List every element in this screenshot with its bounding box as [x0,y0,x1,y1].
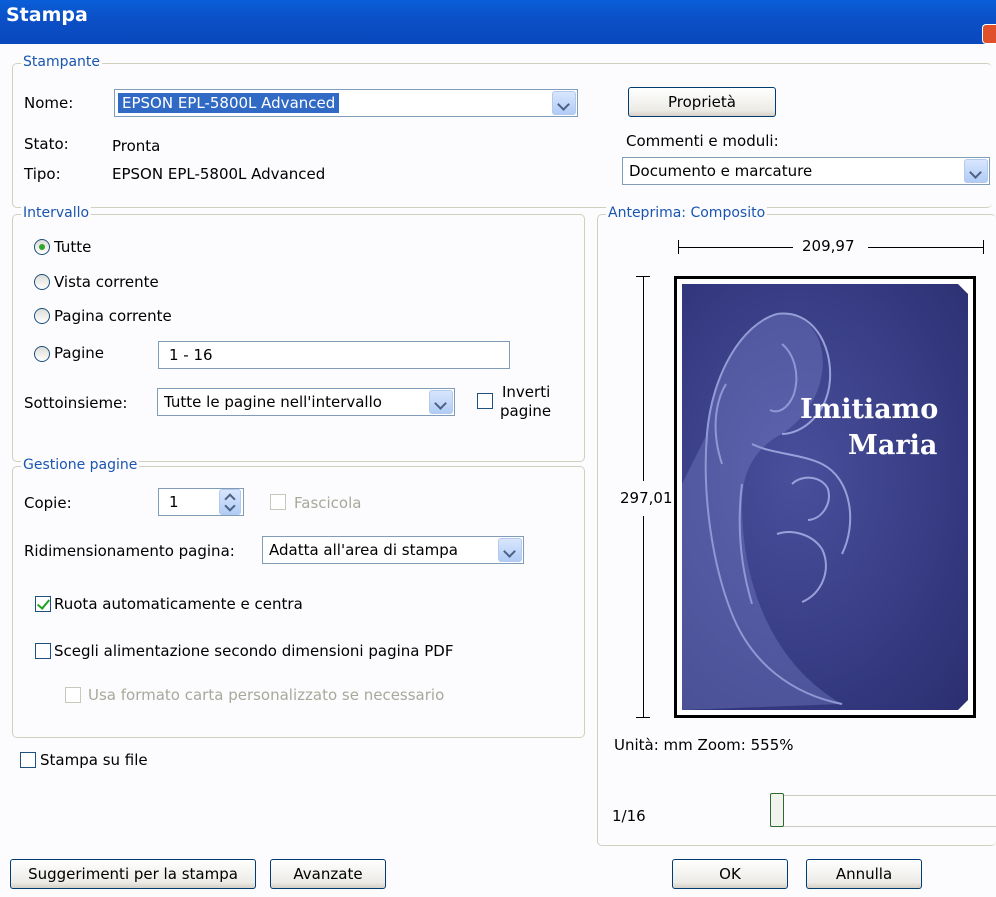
madonna-illustration [682,312,852,710]
width-value: 209,97 [802,237,855,255]
print-to-file-checkbox[interactable] [20,752,36,768]
cover-title-line-1: Imitiamo [800,394,939,425]
page-handling-group-label: Gestione pagine [21,457,140,473]
print-to-file-label[interactable]: Stampa su file [40,751,148,769]
printer-type-label: Tipo: [24,165,61,183]
chevron-down-icon[interactable] [498,538,522,562]
auto-rotate-checkbox[interactable] [35,596,51,612]
window-title: Stampa [6,4,88,26]
scaling-label: Ridimensionamento pagina: [24,542,235,560]
radio-current-view[interactable] [34,274,50,290]
copies-stepper-icon[interactable] [219,489,241,515]
range-group: Intervallo [12,205,585,462]
radio-all-label[interactable]: Tutte [54,238,91,256]
paper-source-checkbox[interactable] [35,643,51,659]
reverse-pages-label-2[interactable]: pagine [500,402,551,420]
cover-title-line-2: Maria [848,430,938,461]
printer-name-select[interactable]: EPSON EPL-5800L Advanced [114,89,578,117]
range-group-label: Intervallo [21,205,92,221]
printer-group-label: Stampante [21,54,103,70]
reverse-pages-label-1[interactable]: Inverti [502,383,550,401]
page-slider-thumb[interactable] [770,793,784,827]
subset-value: Tutte le pagine nell'intervallo [164,393,382,411]
custom-paper-label: Usa formato carta personalizzato se nece… [88,686,445,704]
comments-select[interactable]: Documento e marcature [622,157,990,185]
subset-label: Sottoinsieme: [24,394,128,412]
scaling-select[interactable]: Adatta all'area di stampa [262,536,524,564]
cancel-button[interactable]: Annulla [806,859,922,889]
ok-button[interactable]: OK [672,859,788,889]
close-icon[interactable] [982,24,996,44]
print-dialog: Stampante Nome: EPSON EPL-5800L Advanced… [0,44,996,897]
auto-rotate-label[interactable]: Ruota automaticamente e centra [54,595,303,613]
page-slider[interactable] [770,795,996,827]
printer-status-value: Pronta [112,137,161,155]
comments-label: Commenti e moduli: [626,132,779,150]
paper-source-label[interactable]: Scegli alimentazione secondo dimensioni … [54,642,453,660]
printer-status-label: Stato: [24,135,69,153]
chevron-down-icon[interactable] [552,91,576,115]
height-value: 297,01 [620,489,673,507]
units-zoom-text: Unità: mm Zoom: 555% [614,736,794,754]
print-tips-button[interactable]: Suggerimenti per la stampa [10,859,256,889]
comments-value: Documento e marcature [629,162,813,180]
radio-pages-label[interactable]: Pagine [54,344,104,362]
page-counter: 1/16 [612,807,646,825]
advanced-button[interactable]: Avanzate [270,859,386,889]
printer-type-value: EPSON EPL-5800L Advanced [112,165,326,183]
collate-checkbox[interactable] [270,494,286,510]
radio-current-view-label[interactable]: Vista corrente [54,273,159,291]
chevron-down-icon[interactable] [429,390,453,414]
radio-pages[interactable] [34,346,50,362]
radio-current-page-label[interactable]: Pagina corrente [54,307,172,325]
printer-name-label: Nome: [24,94,74,112]
subset-select[interactable]: Tutte le pagine nell'intervallo [157,388,455,416]
printer-name-value: EPSON EPL-5800L Advanced [118,93,340,113]
title-bar: Stampa [0,0,996,44]
reverse-pages-checkbox[interactable] [477,393,493,409]
chevron-down-icon[interactable] [964,159,988,183]
printer-group: Stampante [12,54,992,208]
custom-paper-checkbox[interactable] [65,687,81,703]
cover-image: Imitiamo Maria [682,284,968,710]
pages-input[interactable]: 1 - 16 [158,341,510,369]
properties-button[interactable]: Proprietà [628,87,776,117]
copies-label: Copie: [24,494,72,512]
preview-group-label: Anteprima: Composito [606,205,768,221]
scaling-value: Adatta all'area di stampa [269,541,458,559]
page-preview: Imitiamo Maria [674,276,976,718]
collate-label: Fascicola [294,494,362,512]
radio-all[interactable] [34,239,50,255]
radio-current-page[interactable] [34,308,50,324]
